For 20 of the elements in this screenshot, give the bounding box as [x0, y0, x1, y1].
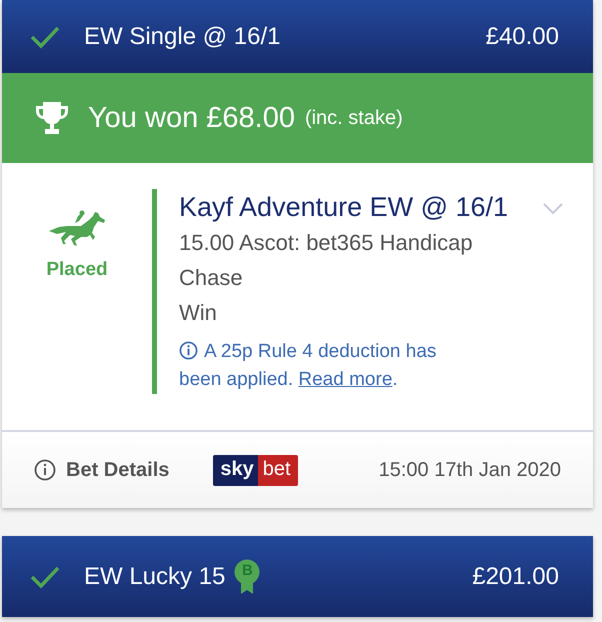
winnings-text: You won £68.00	[88, 102, 295, 134]
market-name: Win	[179, 299, 218, 327]
bet-title: EW Lucky 15	[84, 562, 226, 590]
bet-date: 15:00 17th Jan 2020	[378, 458, 561, 482]
selection-name: Kayf Adventure EW @ 16/1	[179, 191, 508, 224]
event-name: 15.00 Ascot: bet365 Handicap Chase	[179, 229, 474, 292]
brand-logo: sky bet	[213, 454, 298, 486]
bet-title: EW Single @ 16/1	[84, 22, 280, 50]
result-status: Placed	[46, 259, 108, 281]
read-more-link[interactable]: Read more	[298, 369, 392, 390]
chevron-down-icon[interactable]	[543, 203, 563, 215]
bet-details-button[interactable]: Bet Details	[34, 458, 170, 482]
horse-rider-icon	[47, 209, 107, 249]
rule-4-notice: A 25p Rule 4 deduction has been applied. Read more.	[179, 340, 438, 392]
stake-amount: £201.00	[472, 562, 559, 590]
stake-amount: £40.00	[486, 22, 559, 50]
info-icon	[34, 459, 56, 481]
trophy-icon	[34, 100, 70, 136]
info-icon	[179, 341, 198, 360]
stake-note: (inc. stake)	[304, 106, 403, 130]
